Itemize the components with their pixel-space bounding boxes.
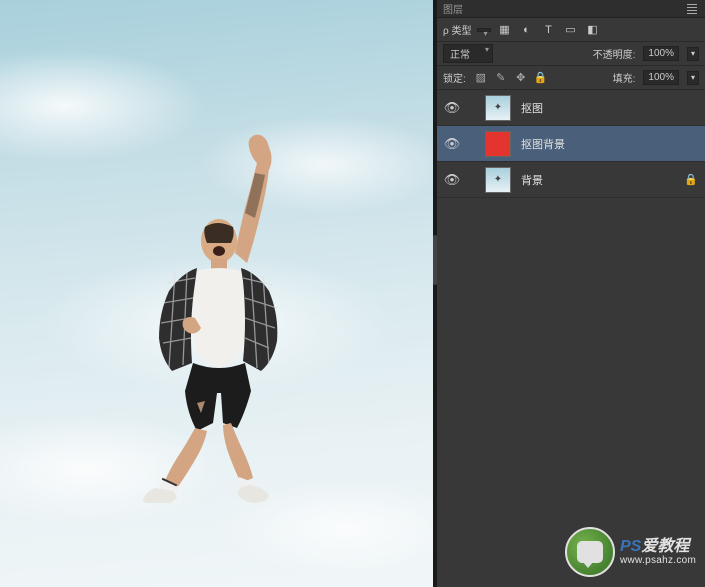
layer-name-label[interactable]: 背景 (515, 172, 677, 188)
fill-label: 填充: (613, 70, 636, 85)
canvas[interactable] (0, 0, 433, 587)
lock-pixels-icon[interactable]: ✎ (494, 71, 508, 85)
lock-label: 锁定: (443, 70, 466, 85)
panel-tab-label[interactable]: 图层 (443, 1, 463, 16)
layer-row[interactable]: 👁 背景 🔒 (437, 162, 705, 198)
layer-lock-indicator: 🔒 (681, 173, 701, 186)
visibility-icon[interactable]: 👁 (441, 136, 463, 152)
lock-fill-row: 锁定: ▨ ✎ ✥ 🔒 填充: 100% ▾ (437, 66, 705, 90)
layer-name-label[interactable]: 抠图背景 (515, 136, 677, 152)
panel-divider[interactable] (433, 0, 437, 587)
filter-type-dropdown[interactable] (477, 28, 491, 32)
layer-filter-row: ρ 类型 ▦ ◐ T ▭ ◧ (437, 18, 705, 42)
lock-all-icon[interactable]: 🔒 (534, 71, 548, 85)
opacity-label: 不透明度: (593, 46, 636, 61)
blend-opacity-row: 正常 不透明度: 100% ▾ (437, 42, 705, 66)
panel-menu-icon[interactable] (685, 4, 699, 14)
layers-list: 👁 抠图 👁 抠图背景 👁 背景 🔒 (437, 90, 705, 587)
layer-thumbnail[interactable] (485, 131, 511, 157)
visibility-icon[interactable]: 👁 (441, 100, 463, 116)
filter-pixel-icon[interactable]: ▦ (497, 23, 511, 37)
visibility-icon[interactable]: 👁 (441, 172, 463, 188)
lock-transparency-icon[interactable]: ▨ (474, 71, 488, 85)
layer-name-label[interactable]: 抠图 (515, 100, 677, 116)
layer-row[interactable]: 👁 抠图背景 (437, 126, 705, 162)
lock-position-icon[interactable]: ✥ (514, 71, 528, 85)
canvas-subject (97, 123, 337, 503)
filter-smartobject-icon[interactable]: ◧ (585, 23, 599, 37)
layer-row[interactable]: 👁 抠图 (437, 90, 705, 126)
layers-panel: 图层 ρ 类型 ▦ ◐ T ▭ ◧ 正常 不透明度: 100% ▾ 锁定: (437, 0, 705, 587)
opacity-dropdown-icon[interactable]: ▾ (687, 47, 699, 61)
filter-type-label[interactable]: ρ 类型 (443, 22, 471, 37)
layer-thumbnail[interactable] (485, 95, 511, 121)
opacity-value[interactable]: 100% (643, 46, 679, 61)
filter-shape-icon[interactable]: ▭ (563, 23, 577, 37)
fill-value[interactable]: 100% (643, 70, 679, 85)
filter-text-icon[interactable]: T (541, 23, 555, 37)
blend-mode-dropdown[interactable]: 正常 (443, 44, 493, 63)
layer-thumbnail[interactable] (485, 167, 511, 193)
filter-adjustment-icon[interactable]: ◐ (519, 23, 533, 37)
fill-dropdown-icon[interactable]: ▾ (687, 71, 699, 85)
